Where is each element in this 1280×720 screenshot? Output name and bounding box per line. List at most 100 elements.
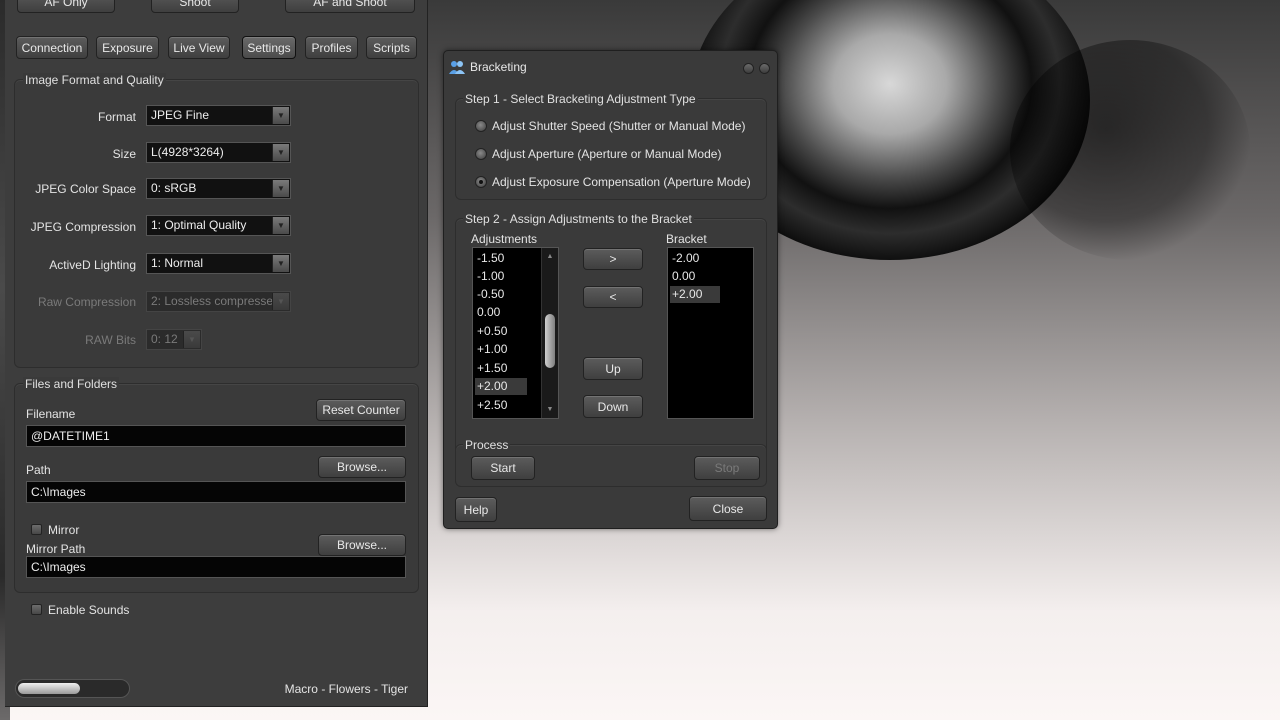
tab-scripts[interactable]: Scripts	[366, 36, 417, 59]
list-item[interactable]: -1.00	[475, 268, 540, 285]
tab-settings[interactable]: Settings	[242, 36, 296, 59]
chevron-down-icon: ▼	[183, 331, 200, 348]
move-up-button[interactable]: Up	[583, 357, 643, 380]
move-down-button[interactable]: Down	[583, 395, 643, 418]
chevron-down-icon: ▼	[272, 217, 289, 234]
chevron-down-icon: ▼	[272, 107, 289, 124]
exposure-compensation-label: Adjust Exposure Compensation (Aperture M…	[492, 175, 751, 189]
bracket-list[interactable]: -2.00 0.00 +2.00	[667, 247, 754, 419]
files-folders-title: Files and Folders	[23, 377, 120, 391]
aperture-label: Adjust Aperture (Aperture or Manual Mode…	[492, 147, 722, 161]
format-select[interactable]: JPEG Fine ▼	[146, 105, 291, 126]
list-item[interactable]: -1.50	[475, 250, 540, 267]
list-item-selected[interactable]: +2.00	[475, 378, 527, 395]
list-item[interactable]: -2.00	[670, 250, 751, 267]
help-button[interactable]: Help	[455, 497, 497, 522]
tab-profiles[interactable]: Profiles	[305, 36, 358, 59]
raw-compression-value: 2: Lossless compressed	[151, 294, 280, 308]
mirror-path-input[interactable]: C:\Images	[26, 556, 406, 578]
shoot-button[interactable]: Shoot	[151, 0, 239, 13]
mirror-label: Mirror	[48, 523, 80, 537]
actived-lighting-value: 1: Normal	[151, 256, 204, 270]
people-icon	[449, 61, 465, 74]
tab-live-view[interactable]: Live View	[168, 36, 230, 59]
path-input[interactable]: C:\Images	[26, 481, 406, 503]
horizontal-scrollbar[interactable]	[15, 679, 130, 698]
size-select[interactable]: L(4928*3264) ▼	[146, 142, 291, 163]
camera-lens-shadow	[1010, 40, 1250, 260]
tab-connection[interactable]: Connection	[16, 36, 88, 59]
scrollbar-thumb[interactable]	[18, 683, 80, 694]
chevron-down-icon: ▼	[272, 293, 289, 310]
size-value: L(4928*3264)	[151, 145, 224, 159]
scroll-down-icon[interactable]: ▼	[542, 403, 558, 415]
list-item[interactable]: +1.00	[475, 341, 540, 358]
list-item[interactable]: -0.50	[475, 286, 540, 303]
af-and-shoot-button[interactable]: AF and Shoot	[285, 0, 415, 13]
list-item[interactable]: 0.00	[670, 268, 751, 285]
enable-sounds-label: Enable Sounds	[48, 603, 130, 617]
dialog-title: Bracketing	[470, 60, 527, 74]
list-item[interactable]: +2.50	[475, 397, 540, 414]
jpeg-color-space-value: 0: sRGB	[151, 181, 197, 195]
bracketing-dialog: Bracketing Step 1 - Select Bracketing Ad…	[443, 50, 778, 529]
filename-label: Filename	[26, 407, 76, 421]
list-item-selected[interactable]: +2.00	[670, 286, 720, 303]
tab-exposure[interactable]: Exposure	[96, 36, 159, 59]
jpeg-compression-value: 1: Optimal Quality	[151, 218, 247, 232]
reset-counter-button[interactable]: Reset Counter	[316, 399, 406, 421]
browse-path-button[interactable]: Browse...	[318, 456, 406, 478]
format-value: JPEG Fine	[151, 108, 210, 122]
scroll-up-icon[interactable]: ▲	[542, 250, 558, 262]
image-format-title: Image Format and Quality	[23, 73, 166, 87]
raw-compression-label: Raw Compression	[37, 295, 136, 309]
remove-from-bracket-button[interactable]: <	[583, 286, 643, 308]
mirror-path-label: Mirror Path	[26, 542, 86, 556]
list-item[interactable]: 0.00	[475, 304, 540, 321]
raw-bits-value: 0: 12	[151, 332, 178, 346]
bracket-label: Bracket	[666, 232, 707, 246]
adjustments-label: Adjustments	[471, 232, 538, 246]
enable-sounds-checkbox[interactable]	[31, 604, 42, 615]
filename-input[interactable]: @DATETIME1	[26, 425, 406, 447]
format-label: Format	[97, 110, 136, 124]
dialog-titlebar[interactable]: Bracketing	[444, 51, 777, 83]
actived-lighting-select[interactable]: 1: Normal ▼	[146, 253, 291, 274]
exposure-compensation-radio[interactable]	[475, 176, 487, 188]
jpeg-compression-label: JPEG Compression	[30, 220, 136, 234]
close-button[interactable]: Close	[689, 496, 767, 521]
jpeg-color-space-label: JPEG Color Space	[35, 182, 136, 196]
settings-panel: AF Only Shoot AF and Shoot Connection Ex…	[5, 0, 428, 707]
path-label: Path	[26, 463, 51, 477]
adjustments-scrollbar[interactable]: ▲ ▼	[541, 248, 558, 418]
raw-bits-label: RAW Bits	[85, 333, 136, 347]
minimize-button[interactable]	[743, 63, 754, 74]
start-button[interactable]: Start	[471, 456, 535, 480]
aperture-radio[interactable]	[475, 148, 487, 160]
list-item[interactable]: +0.50	[475, 323, 540, 340]
chevron-down-icon: ▼	[272, 144, 289, 161]
shutter-speed-radio[interactable]	[475, 120, 487, 132]
step2-title: Step 2 - Assign Adjustments to the Brack…	[463, 212, 694, 226]
size-label: Size	[112, 147, 136, 161]
add-to-bracket-button[interactable]: >	[583, 248, 643, 270]
scrollbar-thumb[interactable]	[545, 314, 555, 368]
actived-lighting-label: ActiveD Lighting	[49, 258, 136, 272]
stop-button: Stop	[694, 456, 760, 480]
af-only-button[interactable]: AF Only	[17, 0, 115, 13]
raw-compression-select: 2: Lossless compressed ▼	[146, 291, 291, 312]
browse-mirror-button[interactable]: Browse...	[318, 534, 406, 556]
chevron-down-icon: ▼	[272, 255, 289, 272]
list-item[interactable]: +1.50	[475, 360, 540, 377]
step1-title: Step 1 - Select Bracketing Adjustment Ty…	[463, 92, 698, 106]
mirror-checkbox[interactable]	[31, 524, 42, 535]
close-window-button[interactable]	[759, 63, 770, 74]
shutter-speed-label: Adjust Shutter Speed (Shutter or Manual …	[492, 119, 746, 133]
profile-name: Macro - Flowers - Tiger	[284, 682, 408, 696]
adjustments-list[interactable]: -1.50 -1.00 -0.50 0.00 +0.50 +1.00 +1.50…	[472, 247, 559, 419]
chevron-down-icon: ▼	[272, 180, 289, 197]
jpeg-color-space-select[interactable]: 0: sRGB ▼	[146, 178, 291, 199]
raw-bits-select: 0: 12 ▼	[146, 329, 202, 350]
process-title: Process	[463, 438, 511, 452]
jpeg-compression-select[interactable]: 1: Optimal Quality ▼	[146, 215, 291, 236]
